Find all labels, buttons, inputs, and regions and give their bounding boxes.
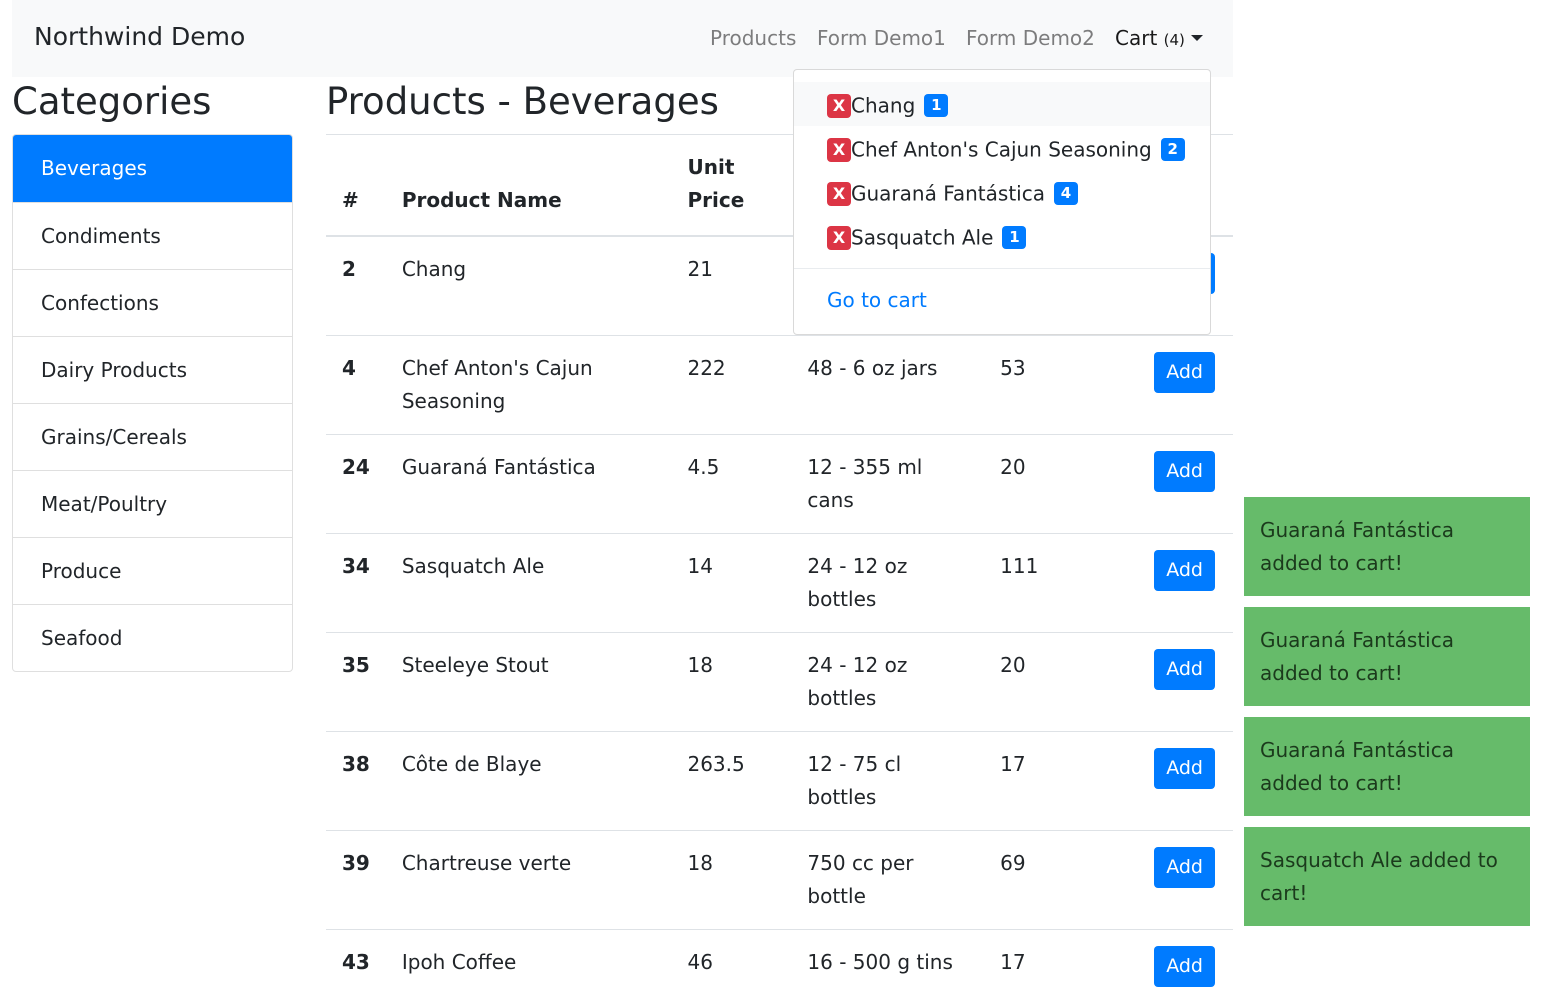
product-price: 46 (671, 928, 792, 1003)
navbar: Northwind Demo Products Form Demo1 Form … (12, 0, 1233, 77)
category-item-beverages[interactable]: Beverages (13, 135, 292, 202)
product-id: 4 (326, 334, 386, 434)
product-quantity: 16 - 500 g tins (791, 928, 985, 1003)
product-name: Ipoh Coffee (385, 928, 672, 1003)
cart-dropdown-menu: X Chang 1 X Chef Anton's Cajun Seasoning 2 X… (793, 69, 1211, 335)
cart-item-qty-badge: 2 (1160, 138, 1185, 161)
table-row: 34 Sasquatch Ale 14 24 - 12 oz bottles 1… (326, 532, 1233, 632)
cart-item-qty-badge: 1 (924, 94, 949, 117)
cart-item-qty-badge: 1 (1002, 226, 1027, 249)
product-id: 2 (326, 235, 386, 335)
add-to-cart-button[interactable]: Add (1154, 747, 1215, 789)
product-name: Côte de Blaye (385, 730, 672, 830)
product-quantity: 48 - 6 oz jars (791, 334, 985, 434)
nav-cart-toggle[interactable]: Cart (4) (1115, 26, 1203, 50)
product-id: 24 (326, 433, 386, 533)
cart-item-name: Chef Anton's Cajun Seasoning (851, 137, 1152, 162)
table-row: 4 Chef Anton's Cajun Seasoning 222 48 - … (326, 334, 1233, 434)
product-name: Chartreuse verte (385, 829, 672, 929)
product-stock: 53 (984, 334, 1120, 434)
column-header-product-name: Product Name (385, 134, 672, 237)
product-id: 43 (326, 928, 386, 1003)
product-quantity: 12 - 355 ml cans (791, 433, 985, 533)
toast-notification: Sasquatch Ale added to cart! (1244, 827, 1530, 926)
cart-label: Cart (1115, 26, 1158, 50)
remove-item-button[interactable]: X (827, 137, 851, 162)
table-row: 24 Guaraná Fantástica 4.5 12 - 355 ml ca… (326, 433, 1233, 533)
product-price: 14 (671, 532, 792, 632)
cart-dropdown-item[interactable]: X Guaraná Fantástica 4 (794, 170, 1210, 214)
product-id: 38 (326, 730, 386, 830)
caret-down-icon (1190, 35, 1203, 41)
cart-dropdown-item[interactable]: X Chang 1 (794, 82, 1210, 126)
product-stock: 20 (984, 631, 1120, 731)
nav-link-form-demo2[interactable]: Form Demo2 (966, 26, 1095, 50)
add-to-cart-button[interactable]: Add (1154, 846, 1215, 888)
product-name: Chef Anton's Cajun Seasoning (385, 334, 672, 434)
category-item-grains-cereals[interactable]: Grains/Cereals (13, 403, 292, 470)
category-item-seafood[interactable]: Seafood (13, 604, 292, 671)
remove-item-button[interactable]: X (827, 93, 851, 118)
product-name: Guaraná Fantástica (385, 433, 672, 533)
product-price: 222 (671, 334, 792, 434)
add-to-cart-button[interactable]: Add (1154, 549, 1215, 591)
nav-link-form-demo1[interactable]: Form Demo1 (817, 26, 946, 50)
product-price: 21 (671, 235, 792, 335)
add-to-cart-button[interactable]: Add (1154, 945, 1215, 987)
category-item-meat-poultry[interactable]: Meat/Poultry (13, 470, 292, 537)
product-stock: 111 (984, 532, 1120, 632)
column-header-id: # (326, 134, 386, 237)
remove-item-button[interactable]: X (827, 225, 851, 250)
product-stock: 17 (984, 730, 1120, 830)
cart-item-name: Guaraná Fantástica (851, 181, 1045, 206)
products-title: Products - Beverages (326, 80, 719, 123)
column-header-unit-price: Unit Price (671, 134, 792, 237)
product-quantity: 24 - 12 oz bottles (791, 631, 985, 731)
product-price: 18 (671, 631, 792, 731)
table-row: 38 Côte de Blaye 263.5 12 - 75 cl bottle… (326, 730, 1233, 830)
cart-dropdown-item[interactable]: X Chef Anton's Cajun Seasoning 2 (794, 126, 1210, 170)
category-list: Beverages Condiments Confections Dairy P… (12, 134, 293, 672)
table-row: 43 Ipoh Coffee 46 16 - 500 g tins 17 Add (326, 928, 1233, 1003)
product-stock: 17 (984, 928, 1120, 1003)
cart-dropdown-item[interactable]: X Sasquatch Ale 1 (794, 214, 1210, 258)
cart-item-qty-badge: 4 (1053, 182, 1078, 205)
table-row: 35 Steeleye Stout 18 24 - 12 oz bottles … (326, 631, 1233, 731)
category-item-confections[interactable]: Confections (13, 269, 292, 336)
product-name: Steeleye Stout (385, 631, 672, 731)
toast-notification: Guaraná Fantástica added to cart! (1244, 717, 1530, 816)
toast-notification: Guaraná Fantástica added to cart! (1244, 497, 1530, 596)
nav-link-products[interactable]: Products (710, 26, 796, 50)
add-to-cart-button[interactable]: Add (1154, 450, 1215, 492)
remove-item-button[interactable]: X (827, 181, 851, 206)
table-row: 39 Chartreuse verte 18 750 cc per bottle… (326, 829, 1233, 929)
category-item-condiments[interactable]: Condiments (13, 202, 292, 269)
product-stock: 69 (984, 829, 1120, 929)
product-price: 4.5 (671, 433, 792, 533)
product-price: 18 (671, 829, 792, 929)
product-id: 34 (326, 532, 386, 632)
cart-item-name: Sasquatch Ale (851, 225, 994, 250)
product-name: Sasquatch Ale (385, 532, 672, 632)
product-quantity: 24 - 12 oz bottles (791, 532, 985, 632)
add-to-cart-button[interactable]: Add (1154, 351, 1215, 393)
cart-count: (4) (1163, 31, 1185, 49)
add-to-cart-button[interactable]: Add (1154, 648, 1215, 690)
category-item-dairy-products[interactable]: Dairy Products (13, 336, 292, 403)
product-id: 39 (326, 829, 386, 929)
product-stock: 20 (984, 433, 1120, 533)
categories-title: Categories (12, 80, 212, 123)
category-item-produce[interactable]: Produce (13, 537, 292, 604)
navbar-brand[interactable]: Northwind Demo (34, 22, 245, 51)
toast-notification: Guaraná Fantástica added to cart! (1244, 607, 1530, 706)
product-name: Chang (385, 235, 672, 335)
cart-item-name: Chang (851, 93, 916, 118)
product-quantity: 12 - 75 cl bottles (791, 730, 985, 830)
go-to-cart-link[interactable]: Go to cart (827, 288, 927, 312)
dropdown-divider (794, 268, 1210, 269)
product-price: 263.5 (671, 730, 792, 830)
product-quantity: 750 cc per bottle (791, 829, 985, 929)
product-id: 35 (326, 631, 386, 731)
